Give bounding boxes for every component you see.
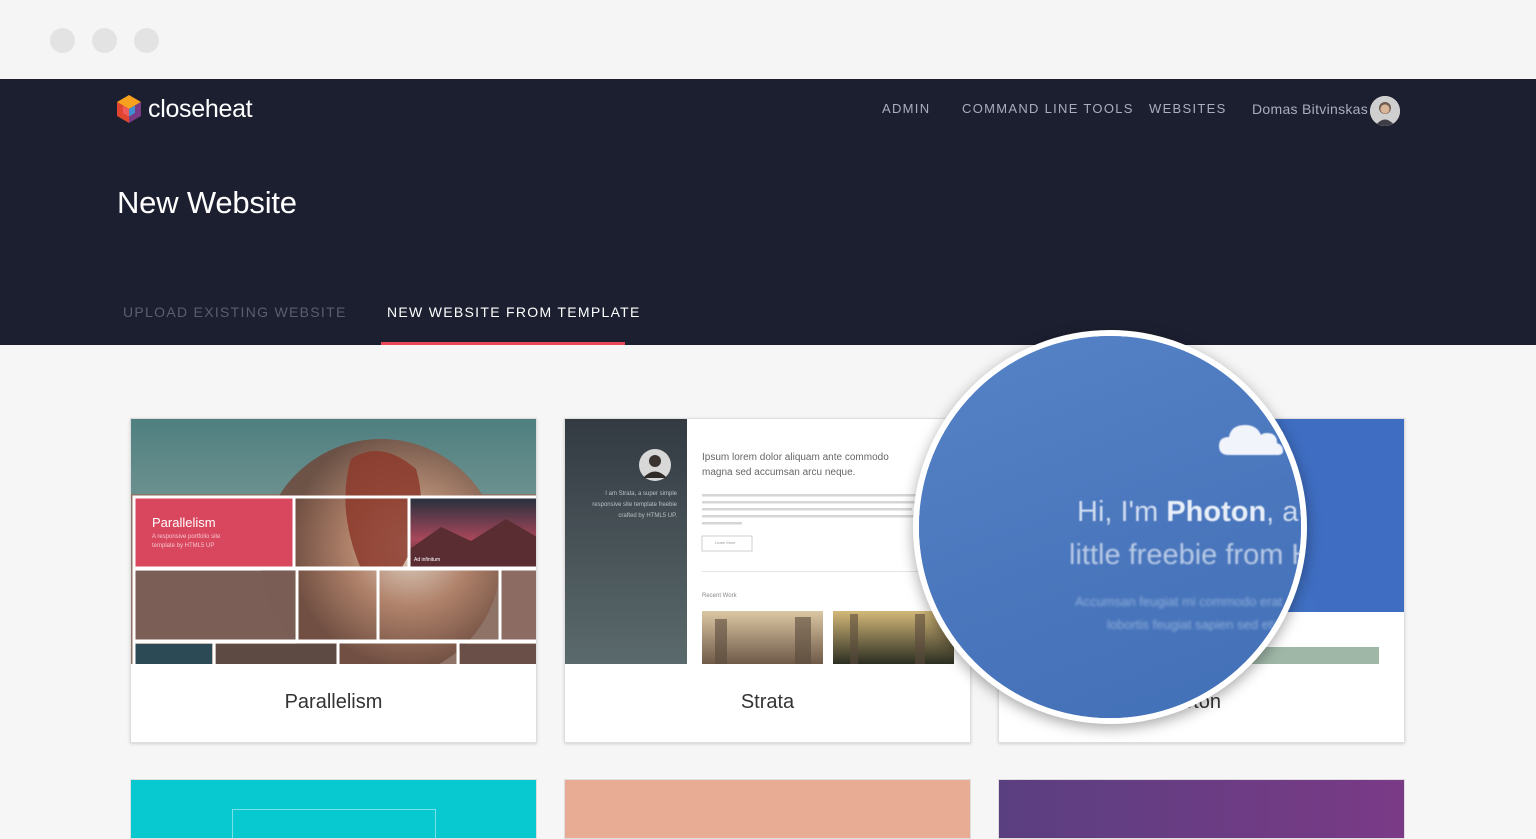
window-minimize-dot[interactable] xyxy=(92,28,117,53)
template-name: Parallelism xyxy=(284,691,383,713)
strata-heading: Ipsum lorem dolor aliquam ante commodo m… xyxy=(702,452,889,478)
window-maximize-dot[interactable] xyxy=(134,28,159,53)
site-header: closeheat ADMIN COMMAND LINE TOOLS WEBSI… xyxy=(0,79,1536,345)
strata-sidebar-text: I am Strata, a super simple responsive s… xyxy=(592,491,677,519)
window-close-dot[interactable] xyxy=(50,28,75,53)
template-name: Strata xyxy=(740,691,795,713)
parallelism-preview-title: Parallelism xyxy=(152,515,216,530)
template-card-row2-1[interactable] xyxy=(130,779,537,839)
nav-admin[interactable]: ADMIN xyxy=(882,101,930,116)
template-card-row2-2[interactable] xyxy=(564,779,971,839)
magnifier-body-line1: Accumsan feugiat mi commodo erat xyxy=(1075,594,1283,609)
logo[interactable]: closeheat xyxy=(116,94,253,124)
page-title: New Website xyxy=(117,185,297,220)
avatar[interactable] xyxy=(1370,96,1400,126)
magnifier-suffix: , a xyxy=(1266,496,1299,528)
template-preview-parallelism: Parallelism A responsive portfolio site … xyxy=(131,419,536,664)
cloud-icon xyxy=(1219,425,1283,455)
magnifier-lens: Hi, I'm Photon, a little freebie from H … xyxy=(913,330,1307,724)
magnifier-greeting: Hi, I'm xyxy=(1077,496,1167,528)
template-preview-frame xyxy=(232,809,436,838)
magnifier-headline-line1: Hi, I'm Photon, a xyxy=(1077,496,1298,529)
user-avatar-icon xyxy=(1370,96,1400,126)
template-card-row2-3[interactable] xyxy=(998,779,1405,839)
parallelism-preview-caption: Ad infinitum xyxy=(414,557,441,563)
nav-command-line-tools[interactable]: COMMAND LINE TOOLS xyxy=(962,101,1134,116)
active-tab-indicator xyxy=(381,342,625,345)
tab-upload-existing-website[interactable]: UPLOAD EXISTING WEBSITE xyxy=(123,304,347,320)
closeheat-logo-icon xyxy=(117,95,141,123)
template-card-strata[interactable]: I am Strata, a super simple responsive s… xyxy=(564,418,971,743)
parallelism-preview-subtitle: A responsive portfolio site template by … xyxy=(152,534,221,549)
strata-learn-more-button: Learn More xyxy=(715,540,736,545)
tab-new-website-from-template[interactable]: NEW WEBSITE FROM TEMPLATE xyxy=(387,304,641,320)
nav-websites[interactable]: WEBSITES xyxy=(1149,101,1227,116)
template-preview-strata: I am Strata, a super simple responsive s… xyxy=(565,419,970,664)
magnifier-photon-word: Photon xyxy=(1166,496,1267,528)
logo-text: closeheat xyxy=(148,94,253,123)
magnifier-body-line2: lobortis feugiat sapien sed etiam xyxy=(1107,617,1294,632)
magnifier-headline-line2: little freebie from H xyxy=(1069,539,1307,571)
browser-chrome xyxy=(0,0,1536,79)
template-card-parallelism[interactable]: Parallelism A responsive portfolio site … xyxy=(130,418,537,743)
user-name[interactable]: Domas Bitvinskas xyxy=(1252,101,1368,117)
strata-section-title: Recent Work xyxy=(702,593,737,599)
